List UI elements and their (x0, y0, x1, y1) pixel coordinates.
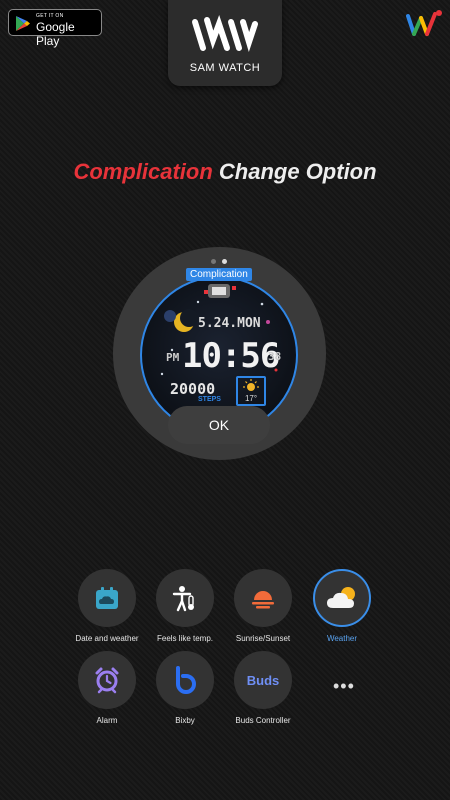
preview-seconds: 38 (268, 350, 282, 363)
badge-small-text: GET IT ON (36, 13, 64, 19)
page-headline: Complication Change Option (0, 159, 450, 185)
option-label: Weather (326, 634, 358, 643)
headline-rest: Change Option (218, 159, 377, 184)
option-circle[interactable] (156, 651, 214, 709)
option-date-and-weather[interactable]: Date and weather (62, 569, 152, 643)
option-circle-selected[interactable] (313, 569, 371, 627)
weather-complication-slot[interactable]: 17° (236, 376, 266, 406)
badge-big-text: Google Play (36, 20, 75, 48)
complication-label: Complication (186, 268, 252, 281)
option-weather[interactable]: Weather (297, 569, 387, 643)
google-play-icon (16, 16, 30, 31)
option-label: Date and weather (75, 634, 139, 643)
option-label: Buds Controller (235, 716, 291, 725)
bixby-icon (176, 666, 196, 694)
option-feels-like-temp[interactable]: Feels like temp. (140, 569, 230, 643)
weather-cloud-sun-icon (327, 587, 355, 608)
preview-ampm: PM (166, 351, 180, 364)
option-label: Alarm (96, 716, 118, 725)
ok-button[interactable]: OK (168, 406, 270, 444)
option-circle[interactable] (78, 651, 136, 709)
option-sunrise-sunset[interactable]: Sunrise/Sunset (218, 569, 308, 643)
more-options-icon[interactable]: ••• (333, 676, 355, 697)
sam-watch-logo-mark (192, 15, 258, 52)
sun-icon (243, 379, 259, 391)
developer-logo-icon[interactable] (405, 8, 443, 38)
page-dot-active (222, 259, 227, 264)
sam-watch-logo: SAM WATCH (168, 0, 282, 86)
preview-temperature: 17° (244, 394, 258, 403)
preview-date: 5.24.MON (198, 316, 261, 331)
page-indicator (211, 259, 227, 264)
option-label: Feels like temp. (156, 634, 214, 643)
calendar-cloud-icon (96, 587, 118, 609)
option-circle[interactable]: Buds (234, 651, 292, 709)
option-label: Sunrise/Sunset (235, 634, 291, 643)
headline-highlight: Complication (73, 159, 213, 184)
option-circle[interactable] (78, 569, 136, 627)
preview-steps-label: STEPS (198, 396, 221, 403)
option-bixby[interactable]: Bixby (140, 651, 230, 725)
brand-name: SAM WATCH (189, 62, 261, 74)
buds-icon: Buds (246, 672, 280, 688)
option-label: Bixby (175, 716, 195, 725)
preview-time: 10:56 (182, 336, 280, 376)
alarm-clock-icon (95, 667, 119, 694)
option-circle[interactable] (234, 569, 292, 627)
sunset-icon (252, 591, 274, 609)
option-alarm[interactable]: Alarm (62, 651, 152, 725)
person-thermometer-icon (172, 586, 194, 612)
option-circle[interactable] (156, 569, 214, 627)
option-buds-controller[interactable]: Buds Buds Controller (218, 651, 308, 725)
google-play-badge[interactable]: GET IT ON Google Play (8, 9, 102, 48)
page-dot (211, 259, 216, 264)
